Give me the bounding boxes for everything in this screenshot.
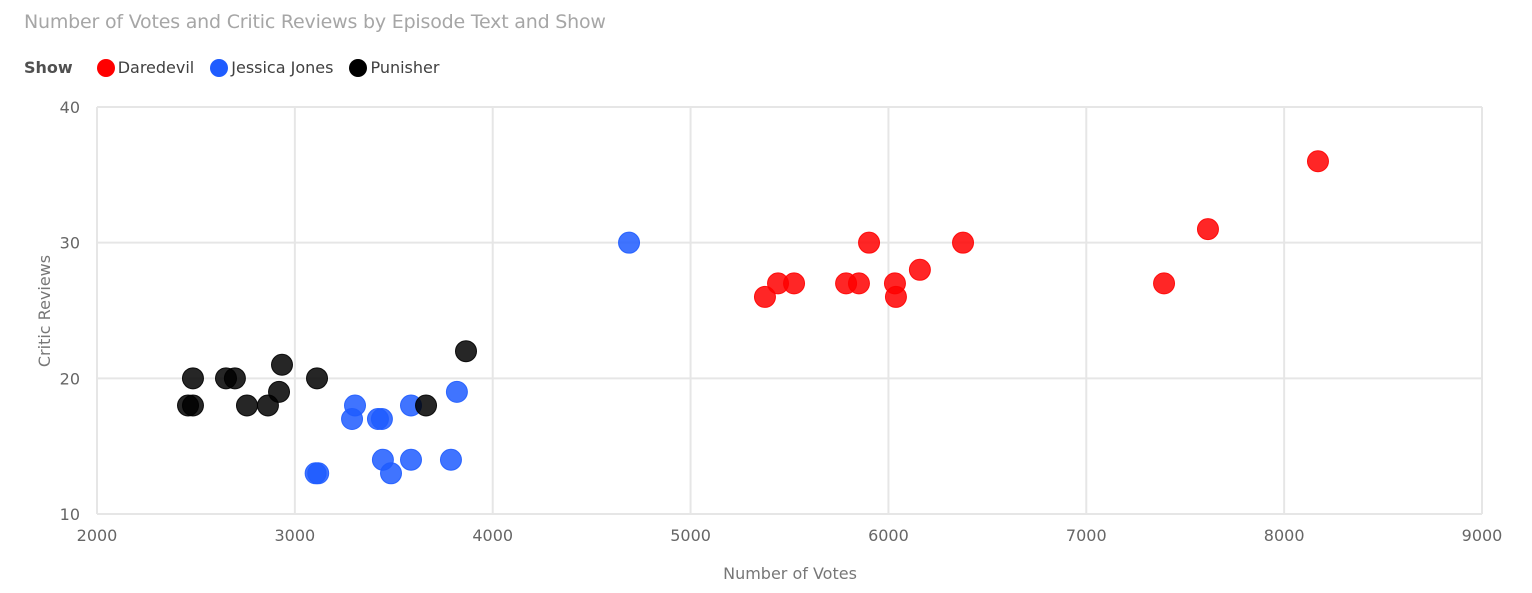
- data-point[interactable]: [439, 448, 462, 471]
- data-points: [177, 150, 1329, 485]
- x-tick-label: 9000: [1462, 526, 1503, 545]
- data-point[interactable]: [1196, 218, 1219, 241]
- x-tick-label: 7000: [1066, 526, 1107, 545]
- data-point[interactable]: [380, 462, 403, 485]
- data-point[interactable]: [415, 394, 438, 417]
- data-point[interactable]: [344, 394, 367, 417]
- data-point[interactable]: [908, 258, 931, 281]
- data-point[interactable]: [307, 462, 330, 485]
- data-point[interactable]: [618, 231, 641, 254]
- x-tick-label: 6000: [868, 526, 909, 545]
- series-daredevil: [753, 150, 1329, 308]
- data-point[interactable]: [455, 340, 478, 363]
- x-tick-label: 8000: [1264, 526, 1305, 545]
- x-tick-label: 3000: [274, 526, 315, 545]
- data-point[interactable]: [399, 448, 422, 471]
- y-tick-label: 40: [60, 98, 80, 117]
- data-point[interactable]: [1153, 272, 1176, 295]
- data-point[interactable]: [847, 272, 870, 295]
- data-point[interactable]: [181, 394, 204, 417]
- data-point[interactable]: [181, 367, 204, 390]
- data-point[interactable]: [270, 353, 293, 376]
- gridlines: [96, 106, 1483, 515]
- data-point[interactable]: [952, 231, 975, 254]
- y-axis-ticks: 10 20 30 40: [60, 98, 80, 524]
- y-tick-label: 30: [60, 234, 80, 253]
- y-tick-label: 20: [60, 369, 80, 388]
- x-tick-label: 4000: [472, 526, 513, 545]
- data-point[interactable]: [223, 367, 246, 390]
- data-point[interactable]: [445, 380, 468, 403]
- data-point[interactable]: [306, 367, 329, 390]
- y-axis-label: Critic Reviews: [35, 255, 54, 367]
- data-point[interactable]: [783, 272, 806, 295]
- x-tick-label: 2000: [77, 526, 118, 545]
- x-axis-ticks: 2000 3000 4000 5000 6000 7000 8000 9000: [77, 526, 1503, 545]
- data-point[interactable]: [858, 231, 881, 254]
- scatter-plot: 2000 3000 4000 5000 6000 7000 8000 9000 10 20 30 4…: [35, 98, 1503, 583]
- data-point[interactable]: [370, 408, 393, 431]
- data-point[interactable]: [1306, 150, 1329, 173]
- x-tick-label: 5000: [670, 526, 711, 545]
- x-axis-label: Number of Votes: [723, 564, 857, 583]
- data-point[interactable]: [235, 394, 258, 417]
- data-point[interactable]: [268, 380, 291, 403]
- data-point[interactable]: [884, 285, 907, 308]
- y-tick-label: 10: [60, 505, 80, 524]
